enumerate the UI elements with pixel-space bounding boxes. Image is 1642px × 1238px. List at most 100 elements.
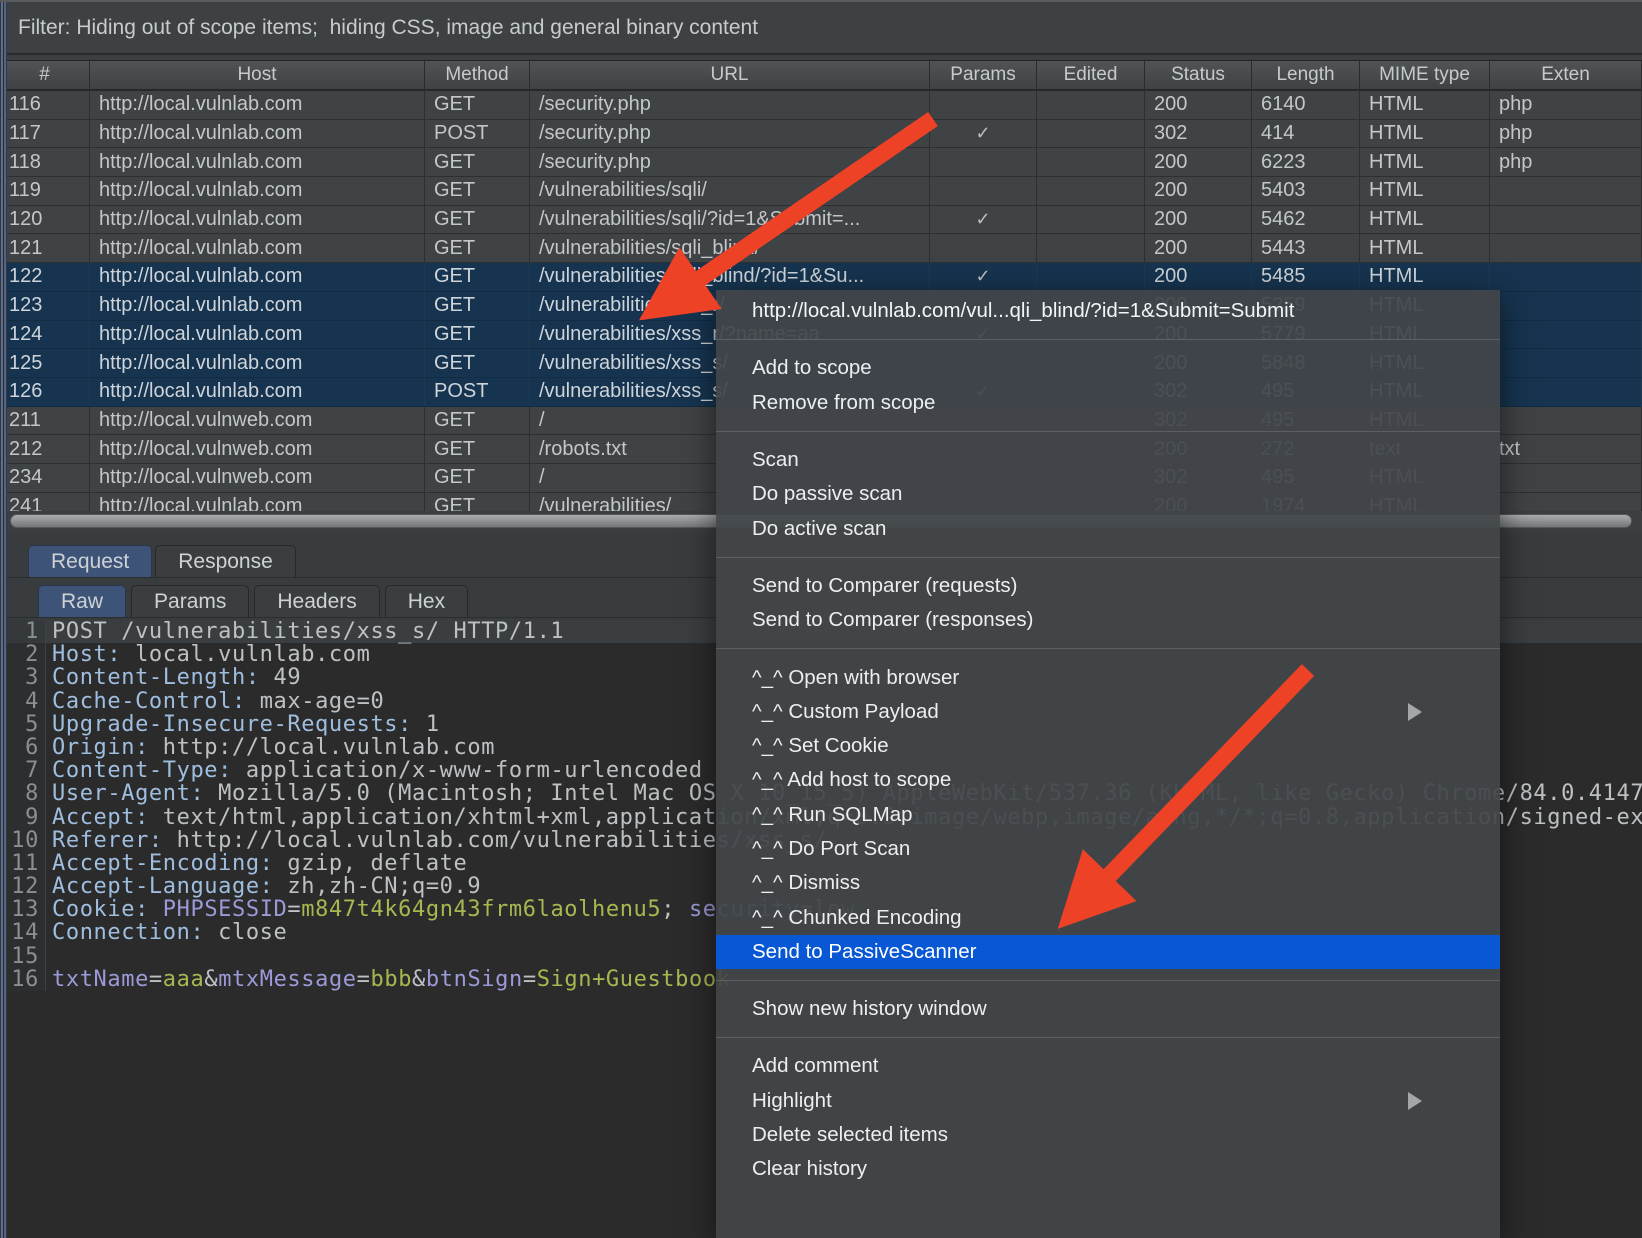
cell-method: GET <box>425 263 530 292</box>
filter-bar[interactable]: Filter: Hiding out of scope items; hidin… <box>0 2 1642 55</box>
cell-host: http://local.vulnlab.com <box>90 91 425 120</box>
cell-number: 125 <box>0 349 90 378</box>
menu-item-label: Send to PassiveScanner <box>752 940 977 964</box>
cell-mime: HTML <box>1360 120 1490 149</box>
cell-edited <box>1037 148 1145 177</box>
cell-method: POST <box>425 120 530 149</box>
column-header-#[interactable]: # <box>0 61 90 91</box>
table-row[interactable]: 121http://local.vulnlab.comGET/vulnerabi… <box>0 234 1642 263</box>
window-left-edge <box>0 0 7 1238</box>
menu-item-remove-from-scope[interactable]: Remove from scope <box>716 386 1500 420</box>
menu-separator <box>716 328 1500 351</box>
cell-length: 5443 <box>1252 234 1360 263</box>
cell-edited <box>1037 206 1145 235</box>
line-code: Origin: http://local.vulnlab.com <box>46 736 495 759</box>
column-header-length[interactable]: Length <box>1252 61 1360 91</box>
menu-url-header: http://local.vulnlab.com/vul...qli_blind… <box>716 294 1500 328</box>
column-header-params[interactable]: Params <box>930 61 1037 91</box>
menu-item-open-with-browser[interactable]: ^_^ Open with browser <box>716 660 1500 694</box>
menu-item-highlight[interactable]: Highlight <box>716 1084 1500 1118</box>
cell-method: GET <box>425 91 530 120</box>
cell-status: 200 <box>1145 177 1252 206</box>
cell-length: 6223 <box>1252 148 1360 177</box>
column-header-method[interactable]: Method <box>425 61 530 91</box>
menu-item-show-new-history-window[interactable]: Show new history window <box>716 992 1500 1026</box>
window-top-edge <box>0 0 1642 2</box>
column-header-url[interactable]: URL <box>530 61 930 91</box>
menu-item-add-to-scope[interactable]: Add to scope <box>716 351 1500 385</box>
menu-item-scan[interactable]: Scan <box>716 443 1500 477</box>
menu-item-label: Send to Comparer (requests) <box>752 574 1017 598</box>
line-code <box>46 945 52 968</box>
menu-item-send-to-passivescanner[interactable]: Send to PassiveScanner <box>716 935 1500 969</box>
cell-host: http://local.vulnlab.com <box>90 321 425 350</box>
menu-item-do-passive-scan[interactable]: Do passive scan <box>716 477 1500 511</box>
menu-item-run-sqlmap[interactable]: ^_^ Run SQLMap <box>716 798 1500 832</box>
menu-item-send-to-comparer-requests[interactable]: Send to Comparer (requests) <box>716 569 1500 603</box>
cell-extension: txt <box>1490 435 1642 464</box>
menu-item-add-comment[interactable]: Add comment <box>716 1049 1500 1083</box>
table-row[interactable]: 118http://local.vulnlab.comGET/security.… <box>0 148 1642 177</box>
sub-tab-raw[interactable]: Raw <box>38 585 126 618</box>
cell-method: GET <box>425 292 530 321</box>
menu-item-do-active-scan[interactable]: Do active scan <box>716 511 1500 545</box>
table-row[interactable]: 116http://local.vulnlab.comGET/security.… <box>0 91 1642 120</box>
menu-item-label: Add to scope <box>752 356 872 380</box>
cell-mime: HTML <box>1360 91 1490 120</box>
column-header-status[interactable]: Status <box>1145 61 1252 91</box>
sub-tab-headers[interactable]: Headers <box>254 585 379 618</box>
column-header-exten[interactable]: Exten <box>1490 61 1642 91</box>
cell-host: http://local.vulnlab.com <box>90 206 425 235</box>
cell-extension: php <box>1490 120 1642 149</box>
sub-tab-hex[interactable]: Hex <box>385 585 468 618</box>
column-header-host[interactable]: Host <box>90 61 425 91</box>
cell-params <box>930 148 1037 177</box>
cell-params: ✓ <box>930 263 1037 292</box>
menu-item-clear-history[interactable]: Clear history <box>716 1152 1500 1186</box>
menu-item-dismiss[interactable]: ^_^ Dismiss <box>716 866 1500 900</box>
tab-request[interactable]: Request <box>28 545 152 578</box>
menu-item-set-cookie[interactable]: ^_^ Set Cookie <box>716 729 1500 763</box>
cell-length: 5403 <box>1252 177 1360 206</box>
table-row[interactable]: 122http://local.vulnlab.comGET/vulnerabi… <box>0 263 1642 292</box>
table-row[interactable]: 117http://local.vulnlab.comPOST/security… <box>0 120 1642 149</box>
cell-edited <box>1037 177 1145 206</box>
tab-response[interactable]: Response <box>155 545 296 578</box>
cell-extension <box>1490 378 1642 407</box>
cell-number: 241 <box>0 493 90 511</box>
cell-params <box>930 177 1037 206</box>
menu-item-chunked-encoding[interactable]: ^_^ Chunked Encoding <box>716 900 1500 934</box>
menu-item-custom-payload[interactable]: ^_^ Custom Payload <box>716 695 1500 729</box>
cell-host: http://local.vulnweb.com <box>90 435 425 464</box>
column-header-edited[interactable]: Edited <box>1037 61 1145 91</box>
table-row[interactable]: 120http://local.vulnlab.comGET/vulnerabi… <box>0 206 1642 235</box>
menu-item-add-host-to-scope[interactable]: ^_^ Add host to scope <box>716 763 1500 797</box>
cell-number: 117 <box>0 120 90 149</box>
cell-host: http://local.vulnlab.com <box>90 263 425 292</box>
menu-item-send-to-comparer-responses[interactable]: Send to Comparer (responses) <box>716 603 1500 637</box>
params-check-icon: ✓ <box>975 123 990 144</box>
context-menu: http://local.vulnlab.com/vul...qli_blind… <box>716 290 1500 1238</box>
cell-method: GET <box>425 349 530 378</box>
column-header-mime-type[interactable]: MIME type <box>1360 61 1490 91</box>
filter-bar-text: Filter: Hiding out of scope items; hidin… <box>18 16 758 40</box>
cell-method: POST <box>425 378 530 407</box>
cell-number: 119 <box>0 177 90 206</box>
cell-status: 302 <box>1145 120 1252 149</box>
cell-extension <box>1490 177 1642 206</box>
cell-url: /vulnerabilities/sqli/ <box>530 177 930 206</box>
menu-item-delete-selected-items[interactable]: Delete selected items <box>716 1118 1500 1152</box>
sub-tab-params[interactable]: Params <box>131 585 249 618</box>
cell-number: 120 <box>0 206 90 235</box>
cell-number: 124 <box>0 321 90 350</box>
cell-number: 234 <box>0 464 90 493</box>
menu-item-do-port-scan[interactable]: ^_^ Do Port Scan <box>716 832 1500 866</box>
cell-host: http://local.vulnlab.com <box>90 292 425 321</box>
line-code: Upgrade-Insecure-Requests: 1 <box>46 713 440 736</box>
line-code: Content-Length: 49 <box>46 666 301 689</box>
cell-extension <box>1490 493 1642 511</box>
cell-host: http://local.vulnlab.com <box>90 120 425 149</box>
table-row[interactable]: 119http://local.vulnlab.comGET/vulnerabi… <box>0 177 1642 206</box>
cell-extension <box>1490 234 1642 263</box>
params-check-icon: ✓ <box>975 209 990 230</box>
